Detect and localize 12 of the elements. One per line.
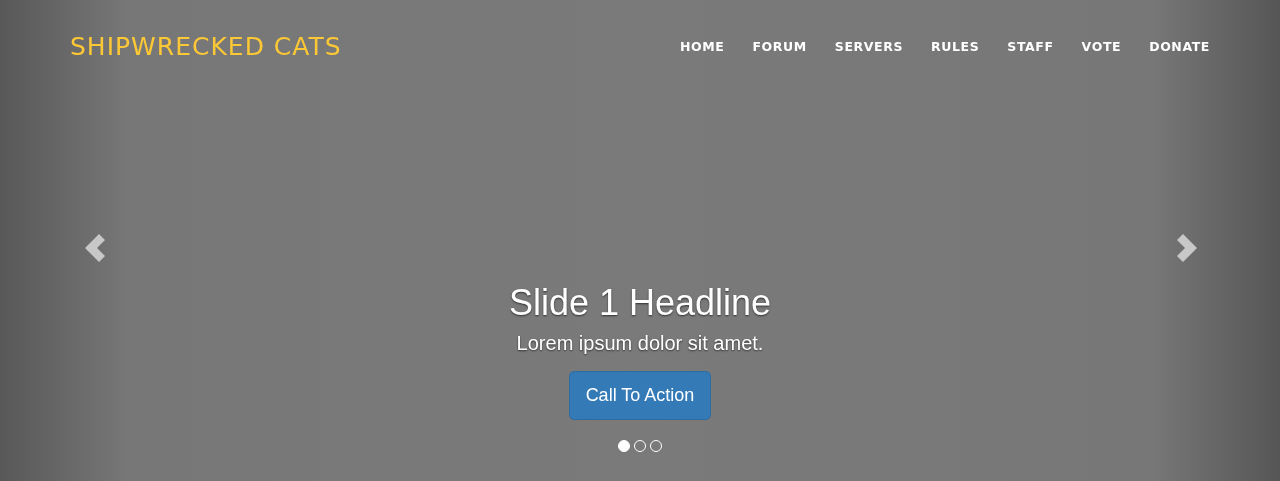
nav-link[interactable]: VOTE	[1081, 32, 1122, 63]
slide-headline: Slide 1 Headline	[508, 283, 772, 323]
slide-indicator[interactable]	[618, 440, 630, 452]
nav-link[interactable]: SERVERS	[834, 32, 903, 63]
nav-link[interactable]: FORUM	[752, 32, 807, 63]
nav-link[interactable]: RULES	[931, 32, 980, 63]
slide-text: Lorem ipsum dolor sit amet.	[516, 331, 764, 355]
site-logo-text[interactable]: SHIPWRECKED CATS	[70, 32, 342, 63]
call-to-action-button[interactable]: Call To Action	[568, 371, 712, 420]
nav-link[interactable]: DONATE	[1149, 32, 1210, 63]
nav-link[interactable]: STAFF	[1007, 32, 1054, 63]
nav-link[interactable]: HOME	[679, 32, 725, 63]
